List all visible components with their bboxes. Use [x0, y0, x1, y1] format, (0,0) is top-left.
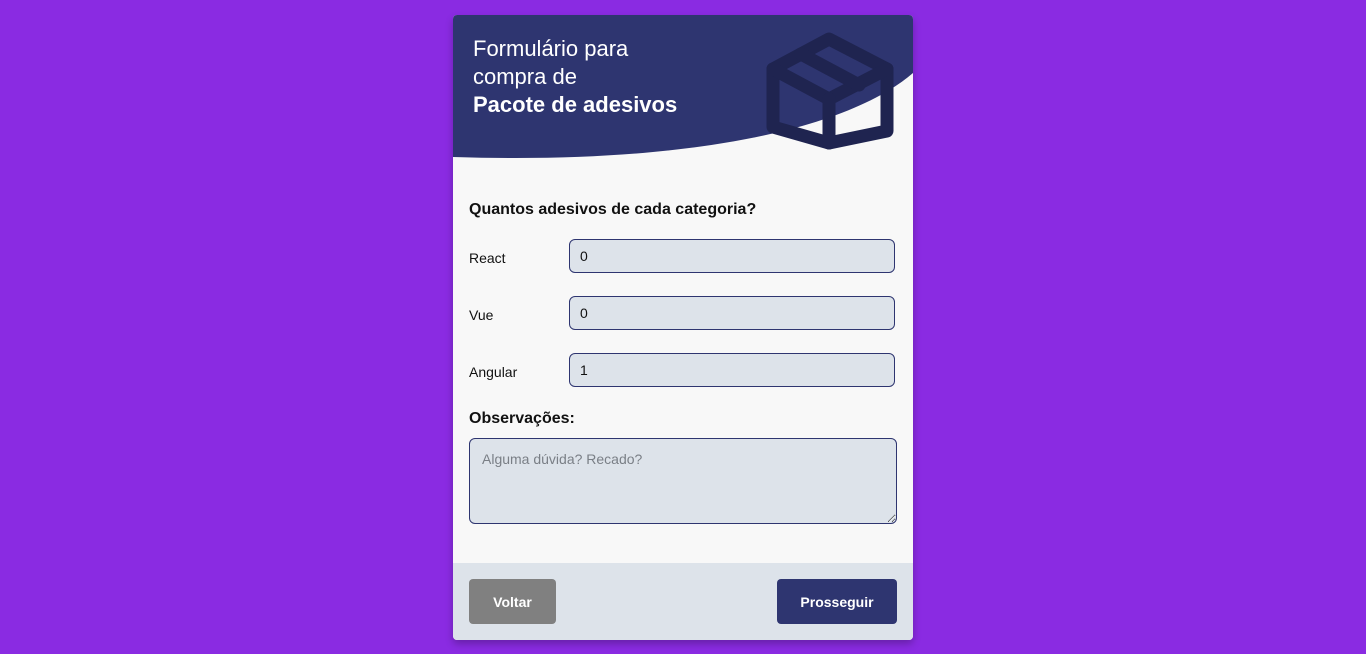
title-line-1: Formulário para: [473, 36, 629, 61]
continue-button[interactable]: Prosseguir: [777, 579, 897, 624]
react-quantity-input[interactable]: [569, 239, 895, 273]
title-product-name: Pacote de adesivos: [473, 92, 678, 117]
angular-quantity-input[interactable]: [569, 353, 895, 387]
quantity-question-heading: Quantos adesivos de cada categoria?: [469, 201, 757, 218]
angular-label: Angular: [469, 364, 518, 380]
title-line-2: compra de: [473, 64, 577, 89]
vue-quantity-input[interactable]: [569, 296, 895, 330]
back-button[interactable]: Voltar: [469, 579, 556, 624]
purchase-form-card: Formulário para compra de Pacote de ades…: [453, 15, 913, 640]
notes-heading: Observações:: [469, 410, 575, 427]
vue-label: Vue: [469, 307, 494, 323]
page-title: Formulário para compra de Pacote de ades…: [473, 35, 677, 119]
package-box-icon: [766, 32, 894, 150]
react-label: React: [469, 250, 506, 266]
form-header: Formulário para compra de Pacote de ades…: [453, 15, 913, 185]
notes-textarea[interactable]: [469, 438, 897, 524]
form-footer: Voltar Prosseguir: [453, 563, 913, 640]
